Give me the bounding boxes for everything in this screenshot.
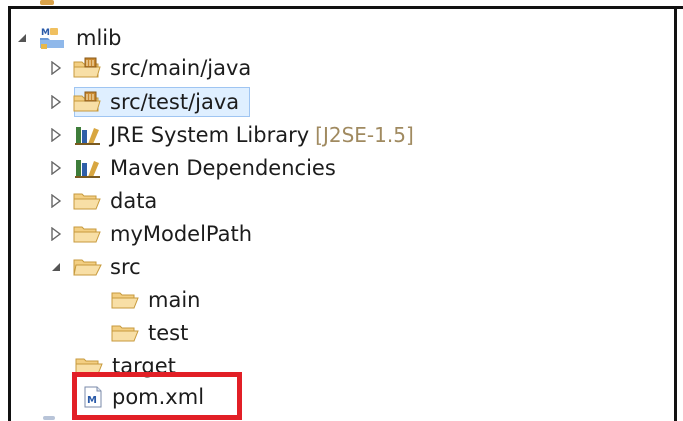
panel-border-right bbox=[674, 6, 677, 421]
tree-item-maven-dependencies[interactable]: Maven Dependencies bbox=[48, 152, 336, 184]
library-icon bbox=[72, 156, 102, 180]
collapse-arrow-icon[interactable] bbox=[14, 30, 30, 46]
tree-item-label: myModelPath bbox=[110, 221, 253, 246]
folder-icon bbox=[72, 222, 102, 246]
folder-icon bbox=[110, 288, 140, 312]
collapse-arrow-icon[interactable] bbox=[48, 259, 64, 275]
folder-icon bbox=[72, 189, 102, 213]
expand-arrow-icon[interactable] bbox=[48, 94, 64, 110]
tree-item-label: mlib bbox=[76, 25, 122, 50]
tree-item-src-test[interactable]: test bbox=[110, 317, 188, 349]
tree-item-src-main-java[interactable]: src/main/java bbox=[48, 52, 251, 84]
tree-item-project[interactable]: M mlib bbox=[14, 22, 121, 54]
partial-icon-bottom bbox=[43, 416, 55, 420]
tree-item-label: main bbox=[148, 287, 201, 312]
expand-arrow-icon[interactable] bbox=[48, 226, 64, 242]
tree-item-label: Maven Dependencies bbox=[110, 155, 336, 180]
tree-item-src[interactable]: src bbox=[48, 251, 141, 283]
source-package-folder-icon bbox=[72, 56, 102, 80]
tree-item-label: src/test/java bbox=[110, 89, 240, 114]
tree-item-mymodelpath[interactable]: myModelPath bbox=[48, 218, 252, 250]
panel-border-left bbox=[8, 6, 11, 421]
folder-icon bbox=[110, 321, 140, 345]
expand-arrow-icon[interactable] bbox=[48, 127, 64, 143]
tree-item-jre-system-library[interactable]: JRE System Library [J2SE-1.5] bbox=[48, 119, 414, 151]
folder-open-icon bbox=[72, 255, 102, 279]
tree-item-label: test bbox=[148, 320, 189, 345]
library-icon bbox=[72, 123, 102, 147]
tree-item-src-main[interactable]: main bbox=[110, 284, 200, 316]
panel-border-top bbox=[8, 6, 683, 9]
tree-item-label: data bbox=[110, 188, 158, 213]
package-explorer-tree: M mlib src/main/java src/test/java JRE S… bbox=[0, 0, 683, 421]
red-highlight-box bbox=[72, 372, 242, 420]
tree-item-data[interactable]: data bbox=[48, 185, 157, 217]
maven-project-icon: M bbox=[38, 26, 68, 50]
expand-arrow-icon[interactable] bbox=[48, 193, 64, 209]
tree-item-label: src bbox=[110, 254, 141, 279]
svg-text:M: M bbox=[41, 28, 50, 38]
tree-item-src-test-java[interactable]: src/test/java bbox=[48, 86, 239, 118]
expand-arrow-icon[interactable] bbox=[48, 160, 64, 176]
tree-item-label: src/main/java bbox=[110, 55, 252, 80]
tree-item-label: JRE System Library bbox=[110, 122, 310, 147]
source-package-folder-icon bbox=[72, 90, 102, 114]
partial-icon-top bbox=[40, 0, 54, 5]
expand-arrow-icon[interactable] bbox=[48, 60, 64, 76]
tree-item-decoration: [J2SE-1.5] bbox=[315, 123, 414, 147]
